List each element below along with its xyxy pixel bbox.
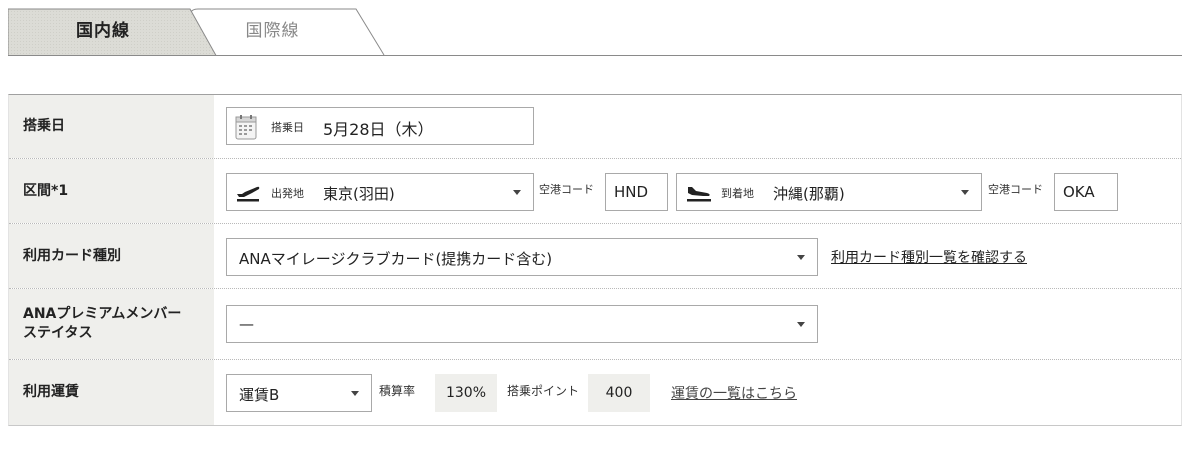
row-route: 区間*1 出発地 東京(羽田) 空港コード HND 到着地 沖縄(那覇) 空港コ… <box>9 158 1181 223</box>
fare-value: 運賃B <box>239 386 280 404</box>
tab-domestic[interactable]: 国内線 <box>8 8 218 56</box>
route-label: 区間*1 <box>9 159 214 223</box>
airplane-takeoff-icon <box>237 186 260 202</box>
chevron-down-icon <box>351 391 359 396</box>
calendar-icon <box>235 115 257 140</box>
route-cell: 出発地 東京(羽田) 空港コード HND 到着地 沖縄(那覇) 空港コード OK… <box>214 159 1181 223</box>
departure-select[interactable]: 出発地 東京(羽田) <box>226 173 534 211</box>
row-fare: 利用運賃 運賃B 積算率 130% 搭乗ポイント 400 運賃の一覧はこちら <box>9 359 1181 425</box>
tab-domestic-label: 国内線 <box>76 21 130 41</box>
premium-status-label: ANAプレミアムメンバー ステイタス <box>9 289 214 359</box>
boarding-points-value: 400 <box>588 374 650 412</box>
boarding-date-input[interactable]: 搭乗日 5月28日（木） <box>226 107 534 145</box>
boarding-date-inner-label: 搭乗日 <box>271 121 304 134</box>
row-boarding-date: 搭乗日 搭乗日 5月28日（木） <box>9 95 1181 158</box>
premium-status-value: — <box>239 315 254 333</box>
departure-value: 東京(羽田) <box>323 185 395 203</box>
departure-code-value: HND <box>614 183 649 201</box>
fare-tabs: 国際線 国内線 <box>8 8 1182 56</box>
fare-select[interactable]: 運賃B <box>226 374 372 412</box>
tab-international[interactable]: 国際線 <box>190 8 385 56</box>
accrual-rate-value: 130% <box>435 374 497 412</box>
boarding-date-value: 5月28日（木） <box>323 120 434 139</box>
arrival-value: 沖縄(那覇) <box>773 185 845 203</box>
arrival-code-label: 空港コード <box>988 183 1043 196</box>
departure-code-input[interactable]: HND <box>605 173 668 211</box>
fare-list-link[interactable]: 運賃の一覧はこちら <box>671 383 797 403</box>
accrual-rate-label: 積算率 <box>379 384 416 398</box>
fare-label: 利用運賃 <box>9 360 214 425</box>
card-type-list-link[interactable]: 利用カード種別一覧を確認する <box>831 247 1027 267</box>
arrival-inner-label: 到着地 <box>721 187 754 200</box>
card-type-label: 利用カード種別 <box>9 224 214 288</box>
card-type-value: ANAマイレージクラブカード(提携カード含む) <box>239 250 553 268</box>
fare-form: 搭乗日 搭乗日 5月28日（木） 区間*1 出発地 東京(羽田) 空港コード H… <box>8 94 1182 426</box>
premium-status-select[interactable]: — <box>226 305 818 343</box>
card-type-cell: ANAマイレージクラブカード(提携カード含む) 利用カード種別一覧を確認する <box>214 224 1181 288</box>
premium-status-label-line2: ステイタス <box>23 325 93 341</box>
boarding-date-label: 搭乗日 <box>9 95 214 158</box>
premium-status-cell: — <box>214 289 1181 359</box>
chevron-down-icon <box>797 255 805 260</box>
departure-inner-label: 出発地 <box>271 187 304 200</box>
arrival-select[interactable]: 到着地 沖縄(那覇) <box>676 173 982 211</box>
boarding-date-cell: 搭乗日 5月28日（木） <box>214 95 1181 158</box>
premium-status-label-line1: ANAプレミアムメンバー <box>23 306 182 322</box>
chevron-down-icon <box>961 190 969 195</box>
boarding-points-label: 搭乗ポイント <box>507 384 580 398</box>
fare-cell: 運賃B 積算率 130% 搭乗ポイント 400 運賃の一覧はこちら <box>214 360 1181 425</box>
arrival-code-value: OKA <box>1063 183 1095 201</box>
row-premium-status: ANAプレミアムメンバー ステイタス — <box>9 288 1181 359</box>
chevron-down-icon <box>797 322 805 327</box>
arrival-code-input[interactable]: OKA <box>1054 173 1118 211</box>
card-type-select[interactable]: ANAマイレージクラブカード(提携カード含む) <box>226 238 818 276</box>
row-card-type: 利用カード種別 ANAマイレージクラブカード(提携カード含む) 利用カード種別一… <box>9 223 1181 288</box>
chevron-down-icon <box>513 190 521 195</box>
departure-code-label: 空港コード <box>539 183 594 196</box>
airplane-landing-icon <box>687 187 711 202</box>
